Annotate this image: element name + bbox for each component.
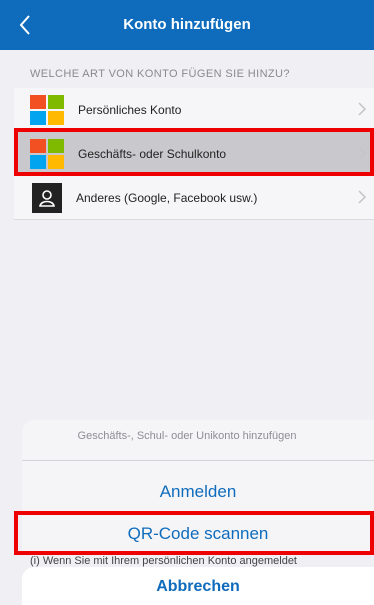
page-title: Konto hinzufügen xyxy=(123,16,251,33)
chevron-right-icon xyxy=(358,190,367,204)
highlight-annotation xyxy=(14,511,374,555)
cancel-button[interactable]: Abbrechen xyxy=(22,567,374,605)
info-text: (i) Wenn Sie mit Ihrem persönlichen Kont… xyxy=(30,555,297,567)
back-button[interactable] xyxy=(10,8,40,42)
account-option-label: Anderes (Google, Facebook usw.) xyxy=(76,190,258,205)
section-label: WELCHE ART VON KONTO FÜGEN SIE HINZU? xyxy=(30,68,290,80)
divider xyxy=(22,460,374,461)
action-sheet-title: Geschäfts-, Schul- oder Unikonto hinzufü… xyxy=(77,430,297,442)
highlight-annotation xyxy=(14,128,374,176)
person-icon xyxy=(32,182,62,213)
screen: Konto hinzufügen WELCHE ART VON KONTO FÜ… xyxy=(0,0,374,605)
nav-header: Konto hinzufügen xyxy=(0,0,374,50)
chevron-right-icon xyxy=(358,102,367,116)
account-option-label: Persönliches Konto xyxy=(78,102,182,117)
account-option-personal[interactable]: Persönliches Konto xyxy=(14,88,374,132)
chevron-left-icon xyxy=(19,15,30,35)
account-option-other[interactable]: Anderes (Google, Facebook usw.) xyxy=(14,176,374,220)
microsoft-logo-icon xyxy=(30,94,64,125)
sign-in-button[interactable]: Anmelden xyxy=(22,475,374,509)
